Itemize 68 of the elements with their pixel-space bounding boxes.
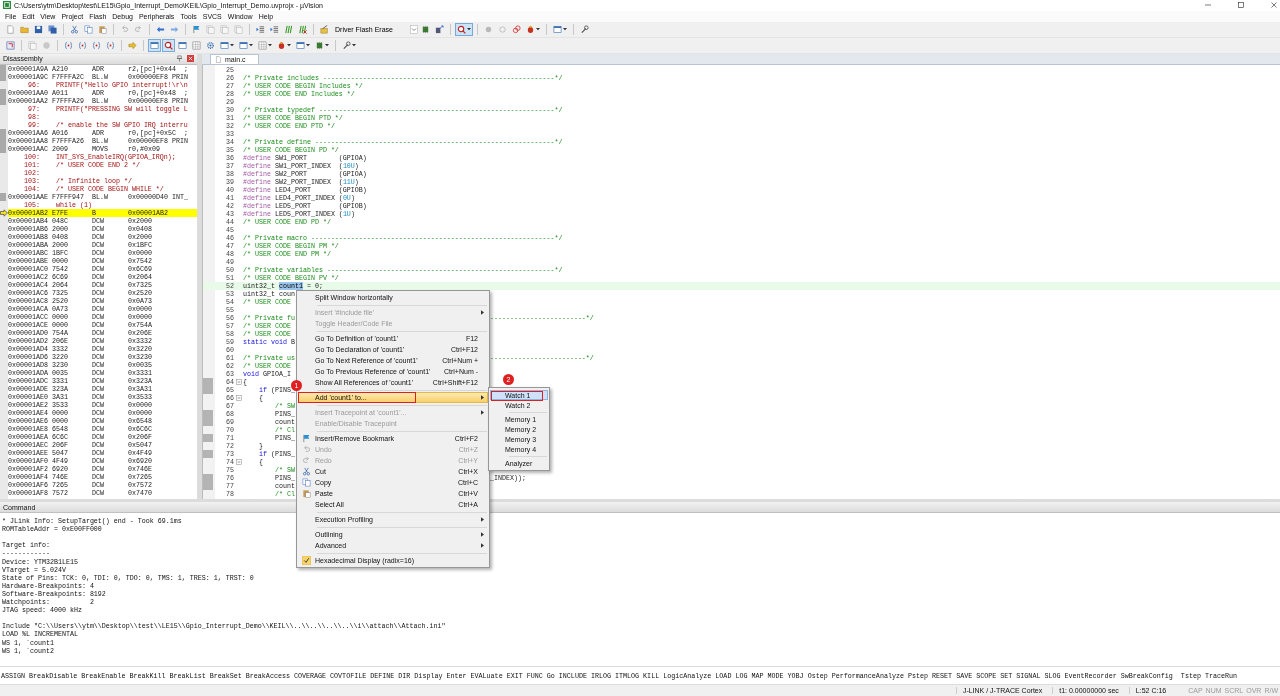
- wrench-icon: [342, 40, 351, 50]
- window-icon: [296, 40, 305, 50]
- close-icon[interactable]: [187, 55, 194, 63]
- scissors-icon: [70, 24, 79, 34]
- fold-icon[interactable]: [236, 378, 242, 385]
- bug-icon: [526, 24, 535, 34]
- braces-icon: [92, 40, 101, 50]
- transfer-icon: [435, 24, 444, 34]
- disks-icon: [48, 24, 57, 34]
- bars-cross-icon: [298, 24, 307, 34]
- window-icon: [553, 24, 562, 34]
- gear-icon: [206, 40, 215, 50]
- toolbar-button[interactable]: [510, 22, 523, 36]
- scissors-icon: [301, 467, 311, 476]
- toolbar-button[interactable]: [256, 38, 274, 52]
- arrow-right-icon: [170, 24, 179, 34]
- indent-icon: [270, 24, 279, 34]
- toolbar-button[interactable]: [46, 22, 59, 36]
- redo-icon: [134, 24, 143, 34]
- redo-icon: [301, 456, 311, 465]
- window-icon: [239, 40, 248, 50]
- maximize-icon[interactable]: [1236, 0, 1246, 11]
- grid-icon: [192, 40, 201, 50]
- bars-icon: [284, 24, 293, 34]
- magnifier-icon: [164, 40, 173, 50]
- flag-icon: [192, 24, 201, 34]
- flag-icon: [301, 434, 311, 443]
- toolbar-button[interactable]: [162, 38, 175, 52]
- toolbar-button[interactable]: [455, 22, 473, 36]
- window-icon: [220, 40, 229, 50]
- copy-icon: [84, 24, 93, 34]
- arrow-left-icon: [156, 24, 165, 34]
- arrow-icon: [0, 208, 8, 217]
- chip-icon: [421, 24, 430, 34]
- bug-icon: [277, 40, 286, 50]
- document-icon: [215, 55, 222, 63]
- circle-icon: [498, 24, 507, 34]
- wrench-icon: [580, 24, 589, 34]
- window-icon: [150, 40, 159, 50]
- braces-icon: [106, 40, 115, 50]
- clipboard-icon: [301, 489, 311, 498]
- document-icon: [6, 24, 15, 34]
- fold-icon[interactable]: [236, 394, 242, 401]
- callout-frame: [491, 391, 543, 401]
- dot-icon: [484, 24, 493, 34]
- arrow-icon: [128, 40, 137, 50]
- toolbar-button[interactable]: [433, 22, 446, 36]
- toolbar-button[interactable]: [148, 38, 161, 52]
- stop-icon: [42, 40, 51, 50]
- caret-icon: [410, 24, 418, 34]
- folder-icon: [20, 24, 29, 34]
- window-icon: [178, 40, 187, 50]
- braces-icon: [78, 40, 87, 50]
- indent-icon: [256, 24, 265, 34]
- undo-icon: [120, 24, 129, 34]
- magnifier-icon: [457, 24, 466, 34]
- reset-icon: [6, 40, 15, 50]
- wand-icon: [320, 24, 329, 34]
- fold-icon[interactable]: [236, 458, 242, 465]
- chip-icon: [315, 40, 324, 50]
- grid-icon: [258, 40, 267, 50]
- toolbar-button[interactable]: [4, 38, 17, 52]
- pin-icon[interactable]: [176, 55, 183, 63]
- braces-icon: [64, 40, 73, 50]
- copy-icon: [301, 478, 311, 487]
- clipboard-icon: [98, 24, 107, 34]
- pages-icon: [28, 40, 37, 50]
- rings-icon: [512, 24, 521, 34]
